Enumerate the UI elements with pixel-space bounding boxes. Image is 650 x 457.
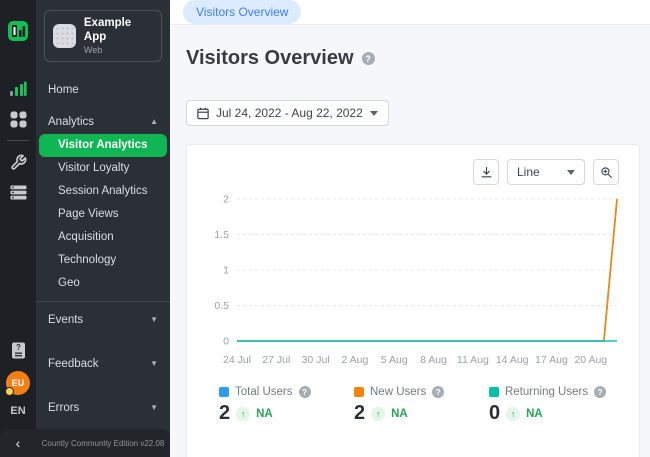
svg-text:0.5: 0.5	[214, 300, 229, 312]
user-avatar[interactable]: EU	[6, 371, 30, 395]
svg-text:30 Jul: 30 Jul	[302, 354, 330, 366]
sidebar-section-analytics[interactable]: Analytics ▲	[36, 110, 170, 134]
svg-text:5 Aug: 5 Aug	[381, 354, 408, 366]
section-label: Feedback	[48, 358, 99, 370]
legend-swatch-1	[354, 387, 364, 397]
calendar-icon	[197, 107, 209, 120]
download-icon	[480, 166, 493, 179]
legend-swatch-0	[219, 387, 229, 397]
app-thumbnail	[53, 24, 76, 48]
download-chart-button[interactable]	[473, 159, 499, 185]
chevron-up-icon: ▲	[150, 117, 158, 126]
chart-type-value: Line	[517, 165, 540, 179]
chart-legend: Total Users ? 2 ↑ NA New Users	[207, 386, 619, 425]
chevron-down-icon: ▼	[150, 359, 158, 368]
svg-text:?: ?	[16, 343, 21, 352]
avatar-initials: EU	[12, 378, 25, 388]
svg-text:2 Aug: 2 Aug	[341, 354, 368, 366]
sidebar-section-events[interactable]: Events ▼	[36, 308, 170, 332]
app-root: ? EU EN Example App Web Home	[0, 0, 650, 457]
sidebar-item-visitor-analytics[interactable]: Visitor Analytics	[39, 134, 167, 157]
zoom-chart-button[interactable]	[593, 159, 619, 185]
section-label: Events	[48, 314, 83, 326]
svg-text:24 Jul: 24 Jul	[223, 354, 251, 366]
sidebar-item-page-views[interactable]: Page Views	[36, 203, 170, 226]
icon-rail: ? EU EN	[0, 0, 36, 457]
analytics-bars-icon[interactable]	[0, 74, 36, 104]
trend-value: NA	[391, 408, 408, 420]
legend-help-icon[interactable]: ?	[594, 386, 606, 398]
legend-value: 2	[354, 402, 365, 425]
management-wrench-icon[interactable]	[0, 147, 36, 177]
legend-label: Total Users	[235, 386, 293, 398]
trend-value: NA	[526, 408, 543, 420]
legend-item-new-users: New Users ? 2 ↑ NA	[354, 386, 457, 425]
countly-logo-icon[interactable]	[0, 16, 36, 46]
trend-up-icon: ↑	[506, 407, 520, 421]
legend-value: 0	[489, 402, 500, 425]
menu-divider	[36, 301, 170, 302]
svg-text:11 Aug: 11 Aug	[457, 354, 489, 366]
visitors-chart[interactable]: 0 0.5 1 1.5 2 24 Jul 27 Jul 30 Jul 2 Aug 5 Aug 8 A…	[207, 189, 619, 373]
chart-card: Line 0 0.5 1 1.5 2 24 Jul 27 Jul 30 Jul 2 Aug 5 A…	[186, 144, 640, 457]
rail-divider	[7, 140, 29, 141]
feedback-doc-icon[interactable]: ?	[0, 335, 36, 365]
chart-type-select[interactable]: Line	[507, 159, 585, 185]
version-label: Countly Community Edition v22.08	[36, 439, 170, 448]
breadcrumb-chip[interactable]: Visitors Overview	[183, 0, 301, 24]
section-label: Analytics	[48, 116, 94, 128]
caret-down-icon	[567, 170, 575, 175]
svg-text:1: 1	[223, 265, 229, 277]
top-bar: Visitors Overview	[170, 0, 650, 25]
sidebar-item-acquisition[interactable]: Acquisition	[36, 226, 170, 249]
app-name: Example App	[84, 17, 153, 45]
svg-text:20 Aug: 20 Aug	[574, 354, 607, 366]
sidebar-menu: Example App Web Home Analytics ▲ Visitor…	[36, 0, 170, 457]
chevron-down-icon: ▼	[150, 403, 158, 412]
page-content: Visitors Overview ? Jul 24, 2022 - Aug 2…	[170, 25, 650, 457]
trend-up-icon: ↑	[236, 407, 250, 421]
trend-up-icon: ↑	[371, 407, 385, 421]
legend-label: Returning Users	[505, 386, 588, 398]
svg-text:2: 2	[223, 194, 229, 206]
legend-label: New Users	[370, 386, 426, 398]
magnifier-plus-icon	[600, 166, 613, 179]
legend-value: 2	[219, 402, 230, 425]
sidebar-item-session-analytics[interactable]: Session Analytics	[36, 180, 170, 203]
sidebar-item-home[interactable]: Home	[36, 78, 170, 102]
sidebar-section-errors[interactable]: Errors ▼	[36, 396, 170, 420]
sidebar-section-feedback[interactable]: Feedback ▼	[36, 352, 170, 376]
svg-text:27 Jul: 27 Jul	[262, 354, 290, 366]
apps-grid-icon[interactable]	[0, 104, 36, 134]
sidebar-item-technology[interactable]: Technology	[36, 249, 170, 272]
app-platform: Web	[84, 45, 153, 55]
date-range-picker[interactable]: Jul 24, 2022 - Aug 22, 2022	[186, 100, 389, 126]
section-label: Errors	[48, 402, 79, 414]
svg-text:0: 0	[223, 336, 229, 348]
legend-swatch-2	[489, 387, 499, 397]
language-selector[interactable]: EN	[10, 405, 25, 417]
main-area: Visitors Overview Visitors Overview ? Ju…	[170, 0, 650, 457]
data-manager-servers-icon[interactable]	[0, 177, 36, 207]
app-selector[interactable]: Example App Web	[44, 10, 162, 62]
legend-item-returning-users: Returning Users ? 0 ↑ NA	[489, 386, 606, 425]
svg-text:17 Aug: 17 Aug	[535, 354, 568, 366]
title-help-icon[interactable]: ?	[362, 52, 375, 65]
svg-text:8 Aug: 8 Aug	[420, 354, 447, 366]
page-title: Visitors Overview	[186, 47, 354, 70]
sidebar-item-geo[interactable]: Geo	[36, 272, 170, 295]
legend-help-icon[interactable]: ?	[299, 386, 311, 398]
sidebar-item-visitor-loyalty[interactable]: Visitor Loyalty	[36, 157, 170, 180]
svg-text:1.5: 1.5	[214, 229, 229, 241]
date-range-value: Jul 24, 2022 - Aug 22, 2022	[216, 106, 363, 120]
trend-value: NA	[256, 408, 273, 420]
caret-down-icon	[370, 111, 378, 116]
legend-item-total-users: Total Users ? 2 ↑ NA	[219, 386, 322, 425]
svg-text:14 Aug: 14 Aug	[496, 354, 529, 366]
sidebar: ? EU EN Example App Web Home	[0, 0, 170, 457]
legend-help-icon[interactable]: ?	[432, 386, 444, 398]
collapse-sidebar-icon[interactable]: ‹	[0, 429, 36, 457]
chevron-down-icon: ▼	[150, 315, 158, 324]
sidebar-footer: ‹ Countly Community Edition v22.08	[0, 429, 170, 457]
